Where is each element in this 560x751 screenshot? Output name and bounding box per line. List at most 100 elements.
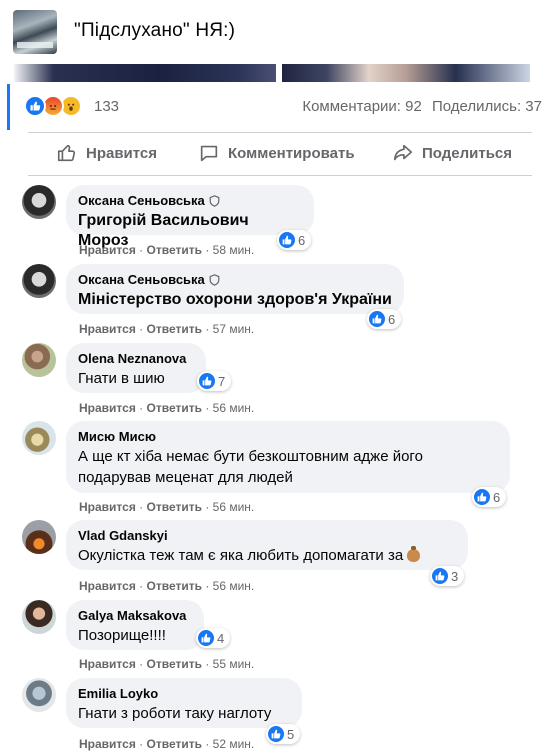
post-photo-strip[interactable] bbox=[14, 64, 530, 82]
comment-author[interactable]: Оксана Сеньовська bbox=[78, 193, 302, 209]
comment-author[interactable]: Olena Neznanova bbox=[78, 351, 194, 367]
comment-like-link[interactable]: Нравится bbox=[79, 500, 136, 514]
avatar[interactable] bbox=[22, 520, 56, 554]
comment-reply-link[interactable]: Ответить bbox=[147, 737, 202, 751]
author-name[interactable]: Оксана Сеньовська bbox=[78, 272, 205, 288]
comment-bubble: Мисю Мисю А ще кт хіба немає бути безкош… bbox=[66, 421, 510, 493]
comment-like-link[interactable]: Нравится bbox=[79, 579, 136, 593]
author-name[interactable]: Emilia Loyko bbox=[78, 686, 158, 702]
comment-time[interactable]: 56 мин. bbox=[213, 401, 255, 415]
reaction-count: 6 bbox=[298, 232, 306, 248]
comment-meta: Нравится · Ответить · 56 мин. bbox=[79, 401, 254, 415]
comment-time[interactable]: 56 мин. bbox=[213, 500, 255, 514]
comment-meta: Нравится · Ответить · 56 мин. bbox=[79, 579, 254, 593]
comment-bubble: Emilia Loyko Гнати з роботи таку наглоту bbox=[66, 678, 302, 728]
like-reaction-icon bbox=[268, 726, 284, 742]
separator: · bbox=[139, 737, 144, 751]
separator: · bbox=[205, 243, 210, 257]
comment-bubble: Galya Maksakova Позорище!!!! bbox=[66, 600, 204, 650]
comment-author[interactable]: Vlad Gdanskyi bbox=[78, 528, 456, 544]
group-title[interactable]: "Підслухано" НЯ:) bbox=[74, 20, 235, 42]
separator: · bbox=[139, 500, 144, 514]
comment-reply-link[interactable]: Ответить bbox=[147, 401, 202, 415]
divider bbox=[28, 132, 532, 133]
avatar[interactable] bbox=[22, 343, 56, 377]
comment-text: Гнати з роботи таку наглоту bbox=[78, 705, 272, 722]
shares-count[interactable]: Поделились: 37 bbox=[432, 98, 542, 115]
comment-button[interactable]: Комментировать bbox=[198, 134, 355, 172]
like-button-label: Нравится bbox=[86, 144, 158, 162]
author-name[interactable]: Мисю Мисю bbox=[78, 429, 156, 445]
avatar[interactable] bbox=[22, 264, 56, 298]
comment-reply-link[interactable]: Ответить bbox=[147, 657, 202, 671]
comment-reactions[interactable]: 7 bbox=[197, 371, 232, 391]
reaction-count[interactable]: 133 bbox=[94, 98, 119, 115]
comment-reactions[interactable]: 6 bbox=[277, 230, 312, 250]
like-reaction-icon bbox=[279, 232, 295, 248]
comment-author[interactable]: Оксана Сеньовська bbox=[78, 272, 392, 288]
comment-like-link[interactable]: Нравится bbox=[79, 322, 136, 336]
post-stats: 133 Комментарии: 92 Поделились: 37 bbox=[14, 92, 542, 122]
avatar[interactable] bbox=[22, 678, 56, 712]
separator: · bbox=[139, 243, 144, 257]
comment-time[interactable]: 56 мин. bbox=[213, 579, 255, 593]
separator: · bbox=[205, 737, 210, 751]
stats-right: Комментарии: 92 Поделились: 37 bbox=[296, 98, 542, 115]
reaction-count: 7 bbox=[218, 373, 226, 389]
share-arrow-icon bbox=[393, 144, 413, 161]
comment-time[interactable]: 57 мин. bbox=[213, 322, 255, 336]
post-header: "Підслухано" НЯ:) bbox=[0, 0, 560, 64]
thumbs-up-icon bbox=[57, 144, 76, 162]
comment-text: Гнати в шию bbox=[78, 370, 165, 387]
comment-time[interactable]: 55 мин. bbox=[213, 657, 255, 671]
share-button[interactable]: Поделиться bbox=[392, 134, 512, 172]
comment-reactions[interactable]: 5 bbox=[266, 724, 301, 744]
comment-reactions[interactable]: 6 bbox=[472, 487, 507, 507]
comment-reactions[interactable]: 4 bbox=[196, 628, 231, 648]
separator: · bbox=[205, 500, 210, 514]
comment-reply-link[interactable]: Ответить bbox=[147, 579, 202, 593]
avatar[interactable] bbox=[22, 421, 56, 455]
comment-time[interactable]: 58 мин. bbox=[213, 243, 255, 257]
like-reaction-icon bbox=[432, 568, 448, 584]
comment-meta: Нравится · Ответить · 52 мин. bbox=[79, 737, 254, 751]
comment-bubble: Olena Neznanova Гнати в шию bbox=[66, 343, 206, 393]
comment-author[interactable]: Мисю Мисю bbox=[78, 429, 498, 445]
comment-author[interactable]: Galya Maksakova bbox=[78, 608, 192, 624]
avatar[interactable] bbox=[22, 600, 56, 634]
reaction-count: 5 bbox=[287, 726, 295, 742]
avatar[interactable] bbox=[22, 185, 56, 219]
comment-reply-link[interactable]: Ответить bbox=[147, 500, 202, 514]
separator: · bbox=[139, 401, 144, 415]
author-name[interactable]: Vlad Gdanskyi bbox=[78, 528, 168, 544]
comment-reply-link[interactable]: Ответить bbox=[147, 322, 202, 336]
like-button[interactable]: Нравится bbox=[56, 134, 157, 172]
author-name[interactable]: Olena Neznanova bbox=[78, 351, 186, 367]
comment-like-link[interactable]: Нравится bbox=[79, 401, 136, 415]
like-reaction-icon bbox=[199, 373, 215, 389]
comment-reactions[interactable]: 6 bbox=[367, 309, 402, 329]
comments-count[interactable]: Комментарии: 92 bbox=[302, 98, 422, 115]
comment-like-link[interactable]: Нравится bbox=[79, 243, 136, 257]
reaction-count: 3 bbox=[451, 568, 459, 584]
money-bag-icon bbox=[407, 546, 421, 562]
post-photo-left[interactable] bbox=[14, 64, 276, 82]
author-name[interactable]: Galya Maksakova bbox=[78, 608, 186, 624]
comment-button-label: Комментировать bbox=[228, 144, 355, 162]
separator: · bbox=[205, 579, 210, 593]
author-name[interactable]: Оксана Сеньовська bbox=[78, 193, 205, 209]
comment-time[interactable]: 52 мин. bbox=[213, 737, 255, 751]
comment-author[interactable]: Emilia Loyko bbox=[78, 686, 290, 702]
post-photo-right[interactable] bbox=[282, 64, 530, 82]
separator: · bbox=[205, 401, 210, 415]
comment-reactions[interactable]: 3 bbox=[430, 566, 465, 586]
comment-like-link[interactable]: Нравится bbox=[79, 737, 136, 751]
comment-like-link[interactable]: Нравится bbox=[79, 657, 136, 671]
reaction-icons[interactable] bbox=[24, 95, 86, 117]
comment-bubble: Vlad Gdanskyi Окулістка теж там є яка лю… bbox=[66, 520, 468, 570]
divider bbox=[28, 175, 532, 176]
group-avatar[interactable] bbox=[13, 10, 57, 54]
comment-text: Позорище!!!! bbox=[78, 627, 166, 644]
comment-reply-link[interactable]: Ответить bbox=[147, 243, 202, 257]
like-reaction-icon bbox=[24, 95, 46, 117]
